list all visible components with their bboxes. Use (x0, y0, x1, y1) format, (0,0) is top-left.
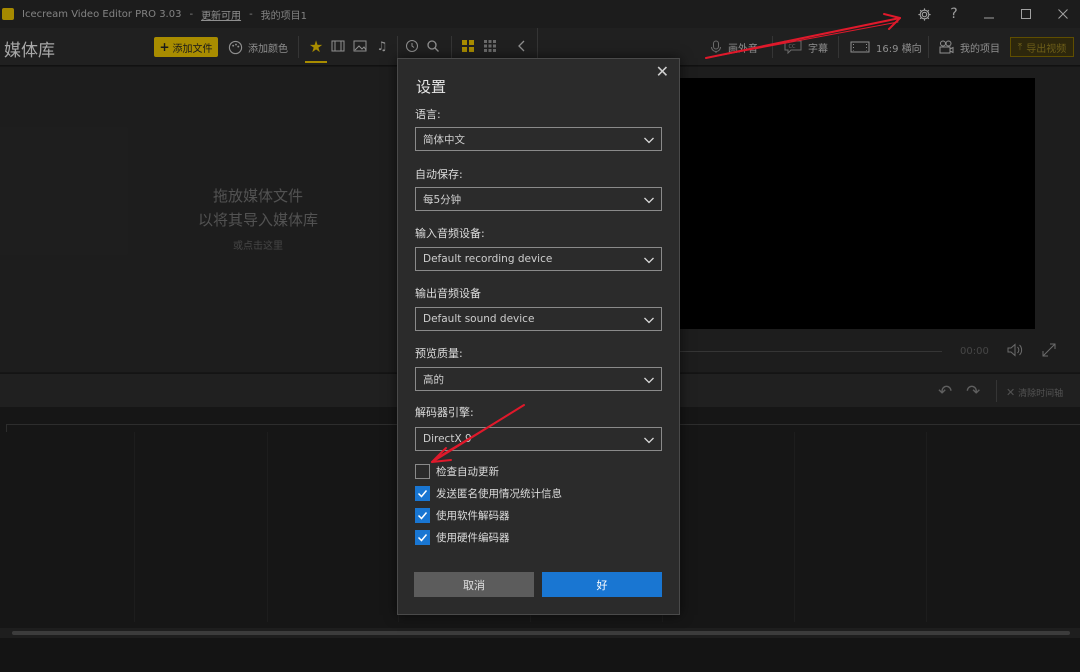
output-audio-label: 输出音频设备 (415, 287, 481, 300)
checkbox-checked[interactable] (415, 529, 430, 545)
cancel-button[interactable]: 取消 (414, 572, 534, 597)
checkbox-unchecked[interactable] (415, 463, 430, 479)
preview-quality-value: 高的 (423, 373, 444, 386)
language-select[interactable]: 简体中文 (415, 127, 662, 151)
hardware-encoder-checkbox-row[interactable]: 使用硬件编码器 (415, 529, 510, 545)
language-value: 简体中文 (423, 133, 465, 146)
anonymous-stats-checkbox-row[interactable]: 发送匿名使用情况统计信息 (415, 485, 562, 501)
autosave-select[interactable]: 每5分钟 (415, 187, 662, 211)
decoder-engine-value: DirectX 9 (423, 433, 472, 445)
anonymous-stats-label: 发送匿名使用情况统计信息 (436, 487, 562, 500)
chevron-down-icon (644, 197, 654, 204)
output-audio-select[interactable]: Default sound device (415, 307, 662, 331)
hardware-encoder-label: 使用硬件编码器 (436, 531, 510, 544)
checkmark-icon (417, 533, 428, 542)
output-audio-value: Default sound device (423, 313, 535, 325)
input-audio-select[interactable]: Default recording device (415, 247, 662, 271)
auto-update-checkbox-row[interactable]: 检查自动更新 (415, 463, 499, 479)
close-dialog-icon[interactable]: ✕ (656, 62, 669, 81)
settings-dialog: ✕ 设置 语言: 简体中文 自动保存: 每5分钟 输入音频设备: Default… (397, 58, 680, 615)
input-audio-label: 输入音频设备: (415, 227, 485, 240)
auto-update-label: 检查自动更新 (436, 465, 499, 478)
chevron-down-icon (644, 137, 654, 144)
decoder-engine-select[interactable]: DirectX 9 (415, 427, 662, 451)
preview-quality-select[interactable]: 高的 (415, 367, 662, 391)
checkmark-icon (417, 489, 428, 498)
checkbox-checked[interactable] (415, 485, 430, 501)
chevron-down-icon (644, 317, 654, 324)
input-audio-value: Default recording device (423, 253, 553, 265)
chevron-down-icon (644, 257, 654, 264)
ok-button[interactable]: 好 (542, 572, 662, 597)
software-decoder-checkbox-row[interactable]: 使用软件解码器 (415, 507, 510, 523)
autosave-value: 每5分钟 (423, 193, 462, 206)
dialog-title: 设置 (416, 78, 447, 96)
chevron-down-icon (644, 377, 654, 384)
software-decoder-label: 使用软件解码器 (436, 509, 510, 522)
autosave-label: 自动保存: (415, 168, 463, 181)
checkmark-icon (417, 511, 428, 520)
chevron-down-icon (644, 437, 654, 444)
preview-quality-label: 预览质量: (415, 347, 463, 360)
language-label: 语言: (415, 108, 441, 121)
decoder-engine-label: 解码器引擎: (415, 406, 474, 419)
checkbox-checked[interactable] (415, 507, 430, 523)
